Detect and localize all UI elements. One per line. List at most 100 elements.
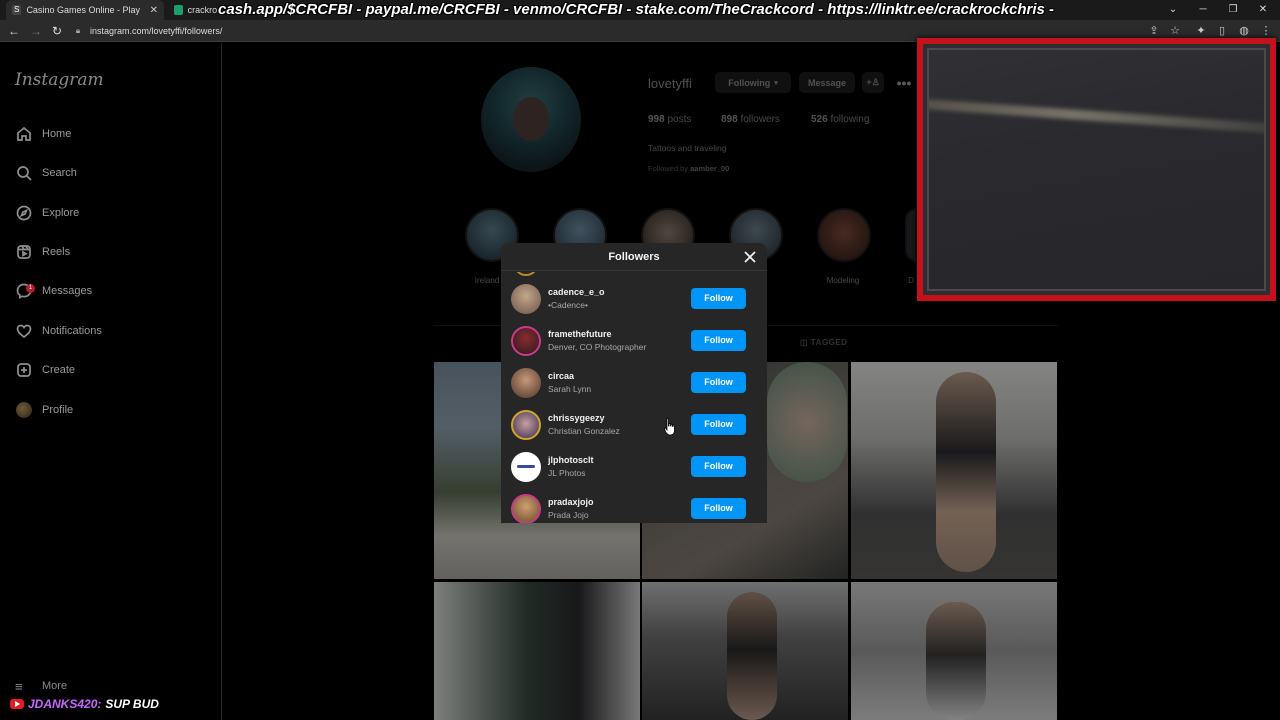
profile-bio: Tattoos and traveling [648, 143, 727, 153]
share-icon[interactable]: ⇪ [1146, 23, 1162, 39]
restore-icon[interactable]: ❐ [1218, 0, 1248, 20]
tab-title: Casino Games Online - Play Best [26, 5, 141, 15]
sidebar-item-reels[interactable]: Reels [15, 240, 70, 264]
sidebar-item-more[interactable]: ≡ More [15, 678, 67, 694]
highlight-item[interactable] [905, 208, 917, 262]
sidebar-item-notifications[interactable]: Notifications [15, 319, 102, 343]
follower-username[interactable]: framethefuture [548, 329, 612, 339]
browser-tab-casino[interactable]: S Casino Games Online - Play Best ✕ [6, 0, 164, 20]
list-item: pradaxjojo Prada Jojo Follow [501, 488, 767, 523]
follower-name: Christian Gonzalez [548, 426, 620, 436]
suggested-users-button[interactable]: +♙ [862, 72, 884, 93]
close-window-icon[interactable]: ✕ [1248, 0, 1278, 20]
posts-stat: 998 posts [648, 114, 691, 125]
follower-username[interactable]: pradaxjojo [548, 497, 594, 507]
follow-button[interactable]: Follow [691, 498, 746, 519]
avatar[interactable] [511, 452, 541, 482]
sidebar-item-label: More [42, 680, 68, 692]
extensions-icon[interactable]: ✦ [1193, 23, 1209, 39]
follow-button[interactable]: Follow [691, 288, 746, 309]
follower-username[interactable]: jlphotosclt [548, 455, 594, 465]
lock-icon: 🔒︎ [75, 26, 81, 35]
follower-username[interactable]: chrissygeezy [548, 413, 605, 423]
browser-tab-bar: S Casino Games Online - Play Best ✕ crac… [0, 0, 1280, 20]
tab-title: crackrockchris - BGS, Baby! [187, 5, 222, 15]
sidebar-item-search[interactable]: Search [15, 161, 77, 185]
close-icon[interactable] [742, 249, 758, 265]
youtube-icon [10, 699, 24, 709]
post-tile[interactable] [851, 582, 1057, 720]
instagram-sidebar: Instagram Home Search Explore Reels 1 Me… [0, 43, 222, 720]
hand-cursor-icon [664, 418, 675, 436]
sidebar-item-home[interactable]: Home [15, 122, 71, 146]
followers-stat[interactable]: 898 followers [721, 114, 780, 125]
following-count: 526 [811, 114, 828, 125]
tab-tagged-label: TAGGED [810, 338, 848, 347]
hamburger-icon: ≡ [15, 678, 23, 694]
plus-square-icon [15, 362, 32, 379]
sidebar-item-profile[interactable]: Profile [15, 398, 73, 422]
avatar[interactable] [511, 284, 541, 314]
message-button[interactable]: Message [799, 72, 855, 93]
followers-count: 898 [721, 114, 738, 125]
tab-tagged[interactable]: ◫ TAGGED [800, 338, 847, 347]
posts-count: 998 [648, 114, 665, 125]
webcam-overlay [917, 38, 1276, 301]
post-tile[interactable] [851, 362, 1057, 579]
options-button[interactable]: ••• [893, 72, 915, 93]
profile-avatar[interactable] [481, 67, 581, 172]
post-tile[interactable] [642, 582, 848, 720]
following-label: following [830, 114, 870, 125]
follower-name: Denver, CO Photographer [548, 342, 647, 352]
avatar[interactable] [511, 494, 541, 523]
menu-kebab-icon[interactable]: ⋮ [1258, 23, 1274, 39]
followers-dialog: Followers cadence_e_o •Cadence• Follow f… [501, 243, 767, 523]
unread-badge: 1 [26, 283, 35, 293]
profile-icon[interactable]: ◍ [1236, 23, 1252, 39]
sidebar-item-messages[interactable]: 1 Messages [15, 279, 92, 303]
sidebar-item-label: Messages [42, 285, 93, 297]
follow-button[interactable]: Follow [691, 372, 746, 393]
back-icon[interactable]: ← [6, 23, 22, 39]
minimize-icon[interactable]: ─ [1188, 0, 1218, 20]
chat-text: SUP BUD [105, 697, 159, 711]
reload-icon[interactable]: ↻ [49, 23, 65, 39]
highlight-modeling[interactable] [817, 208, 871, 262]
tab-search-icon[interactable]: ⌄ [1158, 0, 1188, 20]
follower-username[interactable]: cadence_e_o [548, 287, 605, 297]
follow-button[interactable]: Follow [691, 456, 746, 477]
follow-button[interactable]: Follow [691, 414, 746, 435]
close-tab-icon[interactable]: ✕ [150, 5, 158, 16]
avatar[interactable] [511, 326, 541, 356]
following-button[interactable]: Following ▾ [715, 72, 791, 93]
message-button-label: Message [807, 77, 847, 88]
avatar[interactable] [511, 410, 541, 440]
tag-icon: ◫ [800, 338, 811, 347]
following-button-label: Following [728, 77, 771, 88]
sidebar-item-label: Notifications [42, 325, 102, 337]
webcam-light-streak [929, 98, 1264, 136]
post-tile[interactable] [434, 582, 640, 720]
follower-username[interactable]: circaa [548, 371, 574, 381]
messenger-icon: 1 [15, 283, 35, 300]
sidepanel-icon[interactable]: ▯ [1214, 23, 1230, 39]
following-stat[interactable]: 526 following [811, 114, 869, 125]
search-icon [15, 165, 32, 182]
followed-by[interactable]: Followed by aamber_00 [648, 164, 729, 173]
list-item: cadence_e_o •Cadence• Follow [501, 278, 767, 320]
sidebar-item-explore[interactable]: Explore [15, 201, 79, 225]
bookmark-star-icon[interactable]: ☆ [1167, 23, 1183, 39]
address-bar[interactable]: 🔒︎ instagram.com/lovetyffi/followers/ [72, 23, 1132, 39]
list-item: jlphotosclt JL Photos Follow [501, 446, 767, 488]
follow-button[interactable]: Follow [691, 330, 746, 351]
chat-username: JDANKS420: [28, 697, 102, 711]
posts-label: posts [667, 114, 692, 125]
sidebar-item-create[interactable]: Create [15, 358, 75, 382]
forward-icon[interactable]: → [28, 23, 44, 39]
followers-list[interactable]: cadence_e_o •Cadence• Follow framethefut… [501, 272, 767, 523]
instagram-logo[interactable]: Instagram [15, 70, 104, 90]
avatar[interactable] [511, 368, 541, 398]
stake-favicon-icon: S [12, 5, 22, 15]
avatar [515, 272, 537, 276]
add-person-icon: +♙ [866, 77, 880, 87]
